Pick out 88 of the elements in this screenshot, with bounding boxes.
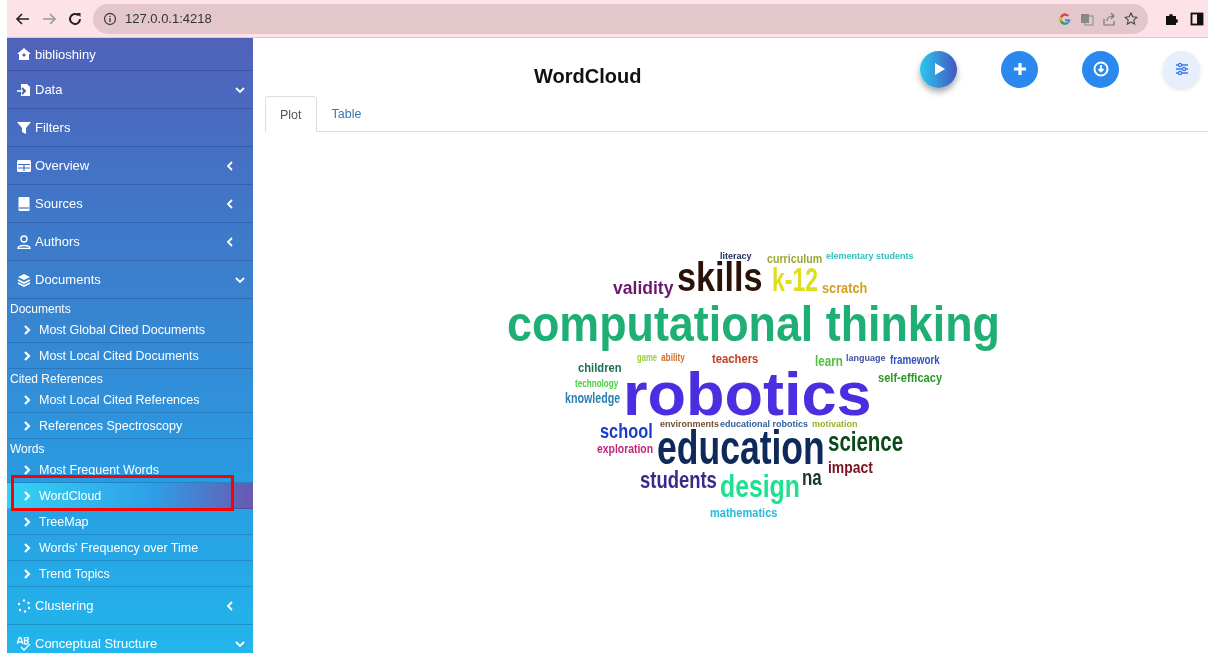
cloud-word: knowledge	[565, 391, 621, 405]
cloud-word: self-efficacy	[878, 371, 943, 384]
share-icon[interactable]	[1102, 11, 1116, 26]
cloud-word: mathematics	[710, 506, 778, 519]
cloud-word: framework	[890, 353, 940, 366]
reload-icon[interactable]	[67, 10, 83, 27]
chevron-right-icon	[23, 324, 32, 335]
sidebar-subitem[interactable]: Most Local Cited References	[7, 387, 253, 413]
chevron-right-icon	[23, 394, 32, 405]
sidebar-subitem[interactable]: Most Global Cited Documents	[7, 317, 253, 343]
sidebar-item[interactable]: Data	[7, 71, 253, 109]
sidebar-item[interactable]: Documents	[7, 261, 253, 299]
cloud-word: impact	[828, 459, 873, 476]
chevron-right-icon	[23, 516, 32, 527]
tab[interactable]: Plot	[265, 96, 317, 132]
add-button[interactable]	[1001, 50, 1038, 88]
sidebar-item[interactable]: Filters	[7, 109, 253, 147]
chevron-right-icon	[23, 490, 32, 501]
play-button[interactable]	[920, 50, 957, 88]
cloud-word: environments	[660, 420, 719, 429]
sidebar-item[interactable]: Sources	[7, 185, 253, 223]
cloud-word: scratch	[822, 280, 868, 295]
translate-icon[interactable]	[1080, 11, 1094, 26]
chevron-right-icon	[23, 420, 32, 431]
info-icon	[103, 11, 117, 26]
sidebar-item[interactable]: Overview	[7, 147, 253, 185]
sidebar-subitem[interactable]: Most Local Cited Documents	[7, 343, 253, 369]
cloud-word: learn	[815, 353, 843, 368]
puzzle-icon[interactable]	[1164, 11, 1178, 26]
sidebar-subitem[interactable]: Trend Topics	[7, 561, 253, 587]
cloud-word: children	[578, 361, 622, 374]
cloud-word: robotics	[623, 369, 872, 419]
sidebar-item[interactable]: Clustering	[7, 587, 253, 625]
chevron-right-icon	[23, 350, 32, 361]
chevron-right-icon	[23, 464, 32, 475]
cloud-word: school	[600, 420, 653, 441]
user-icon	[17, 234, 31, 249]
cloud-word: motivation	[812, 420, 858, 429]
page-title: WordCloud	[534, 65, 642, 88]
side-panel-icon[interactable]	[1190, 11, 1204, 26]
cloud-word: validity	[613, 278, 674, 297]
tab[interactable]: Table	[316, 96, 377, 131]
url-text: 127.0.0.1:4218	[125, 11, 213, 26]
cloud-word: design	[720, 469, 800, 505]
app-home-link[interactable]: biblioshiny	[7, 38, 253, 71]
house-icon	[17, 47, 31, 61]
cloud-word: curriculum	[767, 252, 823, 265]
chevron-right-icon	[23, 542, 32, 553]
google-icon[interactable]	[1058, 11, 1072, 26]
section-heading: Cited References	[9, 371, 104, 387]
cloud-word: exploration	[597, 442, 654, 455]
download-button[interactable]	[1082, 50, 1119, 88]
cloud-word: na	[802, 469, 822, 487]
cloud-word: elementary students	[826, 252, 914, 261]
sidebar-subitem[interactable]: Words' Frequency over Time	[7, 535, 253, 561]
cloud-word: technology	[575, 379, 619, 389]
cloud-word: teachers	[712, 353, 759, 365]
dotted-circle-icon	[17, 598, 31, 613]
sidebar-item[interactable]: Authors	[7, 223, 253, 261]
book-icon	[17, 196, 31, 211]
sidebar-subitem[interactable]: References Spectroscopy	[7, 413, 253, 439]
settings-button[interactable]	[1163, 50, 1200, 88]
table-icon	[17, 158, 31, 173]
cloud-word: ability	[661, 353, 685, 363]
section-heading: Words	[9, 441, 46, 457]
cloud-word: educational robotics	[720, 420, 808, 429]
cloud-word: game	[637, 353, 658, 363]
sidebar-item[interactable]: Conceptual Structure	[7, 625, 253, 653]
chevron-right-icon	[23, 568, 32, 579]
download-icon	[1091, 60, 1110, 78]
cloud-word: education	[657, 429, 825, 468]
file-import-icon	[17, 82, 31, 97]
address-bar[interactable]: 127.0.0.1:4218	[93, 3, 1148, 34]
spell-check-icon	[17, 636, 31, 651]
forward-icon[interactable]	[41, 10, 57, 27]
sidebar-subitem[interactable]: WordCloud	[7, 483, 253, 509]
cloud-word: language	[846, 354, 886, 363]
back-icon[interactable]	[15, 10, 31, 27]
cloud-word: k-12	[772, 267, 819, 294]
section-heading: Documents	[9, 301, 72, 317]
star-icon[interactable]	[1124, 11, 1138, 26]
cloud-word: science	[828, 429, 904, 456]
sidebar-subitem[interactable]: TreeMap	[7, 509, 253, 535]
layers-icon	[17, 272, 31, 287]
cloud-word: skills	[677, 261, 763, 294]
cloud-word: students	[640, 469, 717, 492]
cloud-word: literacy	[720, 252, 752, 261]
filter-icon	[17, 120, 31, 135]
